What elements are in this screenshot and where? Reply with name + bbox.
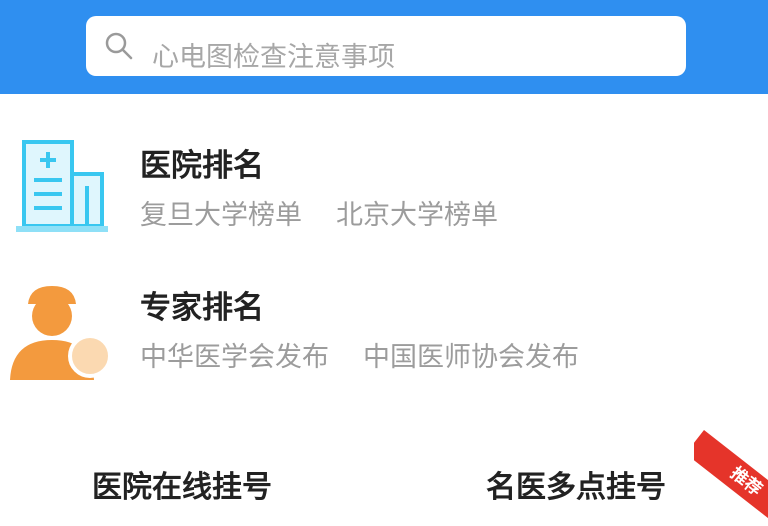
fudan-ranking-link[interactable]: 复旦大学榜单 <box>140 200 302 231</box>
search-icon <box>105 32 133 60</box>
online-registration-button[interactable]: 医院在线挂号 <box>92 468 272 508</box>
recommend-badge: 推荐 <box>694 406 768 526</box>
multi-site-registration-button[interactable]: 名医多点挂号 <box>486 468 666 508</box>
expert-ranking-sublinks: 中华医学会发布 中国医师协会发布 <box>140 340 579 376</box>
recommend-badge-label: 推荐 <box>694 430 768 526</box>
search-placeholder[interactable]: 心电图检查注意事项 <box>152 40 395 76</box>
peking-ranking-link[interactable]: 北京大学榜单 <box>336 200 498 231</box>
cmda-ranking-link[interactable]: 中国医师协会发布 <box>363 342 579 373</box>
hospital-ranking-sublinks: 复旦大学榜单 北京大学榜单 <box>140 198 498 234</box>
hospital-ranking-title[interactable]: 医院排名 <box>140 146 264 186</box>
expert-ranking-title[interactable]: 专家排名 <box>140 288 264 328</box>
cma-ranking-link[interactable]: 中华医学会发布 <box>140 342 329 373</box>
hospital-building-icon <box>16 140 108 232</box>
doctor-avatar-icon <box>10 286 112 380</box>
